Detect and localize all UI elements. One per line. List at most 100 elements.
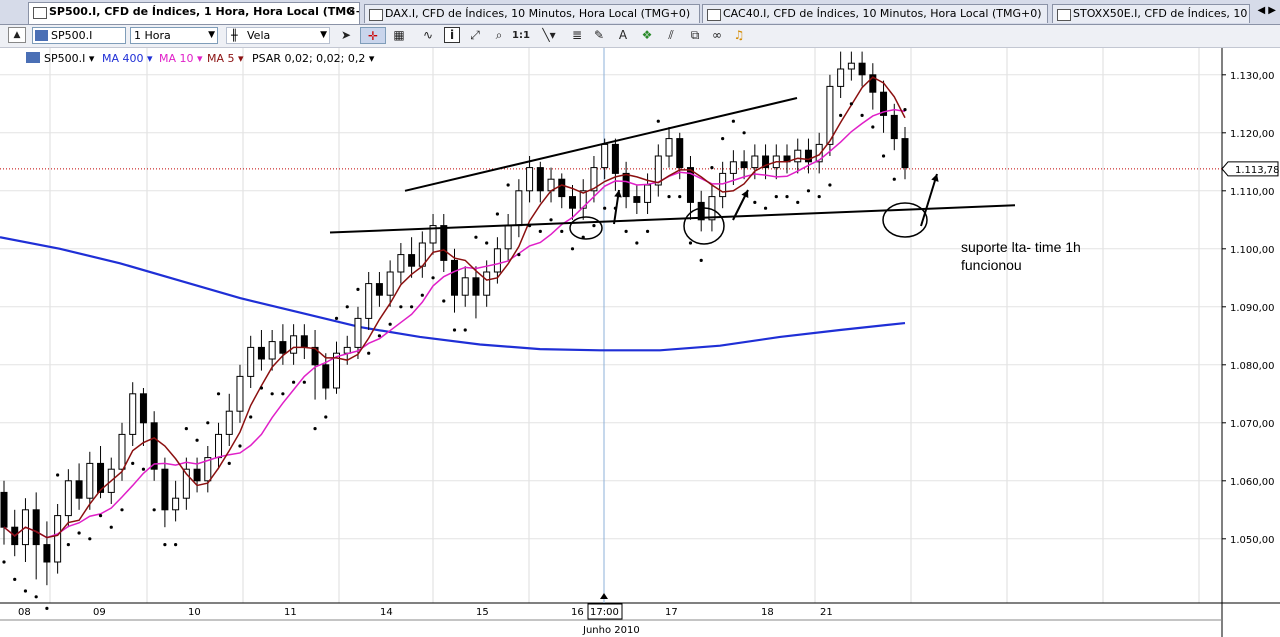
x-tick-label-8: 17: [665, 607, 678, 618]
channel-icon[interactable]: ⫽: [662, 27, 680, 44]
psar-dot-17: [184, 427, 188, 431]
zoom-area-icon[interactable]: ⤢: [466, 27, 484, 44]
y-tick-label-3: 1.100,00: [1230, 245, 1275, 256]
tab-label: STOXX50E.I, CFD de Índices, 10 Min: [1073, 7, 1249, 20]
candle-body-5: [54, 515, 62, 563]
candle-body-62: [665, 138, 673, 157]
candle-body-83: [890, 114, 898, 140]
candle-body-37: [397, 254, 405, 273]
psar-dot-26: [281, 392, 285, 396]
psar-dot-58: [624, 229, 628, 233]
psar-dot-13: [141, 467, 146, 471]
trendline-upper-channel: [404, 97, 798, 192]
psar-dot-31: [334, 316, 339, 320]
tab-sp500[interactable]: SP500.I, CFD de Índices, 1 Hora, Hora Lo…: [28, 2, 360, 24]
candle-body-63: [676, 138, 684, 169]
timeframe-select[interactable]: 1 Hora ▼: [130, 27, 218, 44]
chart-type-value: Vela: [247, 29, 271, 42]
legend-psar[interactable]: PSAR 0,02; 0,02; 0,2 ▾: [252, 52, 374, 65]
candle-body-42: [451, 259, 458, 296]
psar-dot-60: [645, 229, 650, 233]
alert-bell-icon[interactable]: ♫: [730, 27, 748, 44]
legend-ma400[interactable]: MA 400 ▾: [102, 52, 153, 65]
candle-body-77: [826, 85, 834, 145]
candle-body-59: [633, 196, 641, 203]
y-tick-label-6: 1.070,00: [1230, 419, 1275, 430]
y-tick-label-2: 1.110,00: [1230, 187, 1275, 198]
close-tab-icon[interactable]: ✕: [347, 5, 356, 18]
chart-type-select[interactable]: ╫ Vela ▼: [226, 27, 330, 44]
psar-dot-73: [785, 195, 789, 199]
zoom-1-1-button[interactable]: 1:1: [512, 27, 530, 44]
layers-icon[interactable]: ⧉: [686, 27, 704, 44]
trendline-tool-icon[interactable]: ╲▾: [536, 27, 562, 44]
text-tool-icon[interactable]: A: [614, 27, 632, 44]
psar-dot-29: [313, 427, 317, 431]
psar-dot-56: [603, 206, 607, 210]
document-tab-bar: SP500.I, CFD de Índices, 1 Hora, Hora Lo…: [0, 0, 1280, 25]
candle-body-11: [118, 433, 126, 470]
draw-tool-icon[interactable]: ✎: [590, 27, 608, 44]
candle-body-49: [526, 167, 534, 192]
legend-ma400-text: MA 400: [102, 52, 144, 65]
indicator-wave-icon[interactable]: ∿: [416, 27, 440, 44]
zoom-icon[interactable]: ⌕: [490, 27, 508, 44]
psar-dot-50: [538, 229, 542, 233]
psar-dot-27: [292, 380, 296, 384]
psar-dot-4: [45, 606, 49, 611]
tab-scroll-arrows[interactable]: ◀ ▶: [1257, 5, 1276, 16]
chart-toolbar: ▲ SP500.I 1 Hora ▼ ╫ Vela ▼ ➤ ✛ ▦ ∿ i ⤢ ⌕ …: [0, 25, 1280, 48]
psar-dot-7: [77, 531, 81, 535]
timeframe-value: 1 Hora: [134, 29, 171, 42]
candle-body-27: [290, 335, 298, 354]
psar-dot-19: [206, 421, 210, 425]
psar-dot-0: [2, 560, 6, 564]
crosshair-icon[interactable]: ✛: [360, 27, 386, 44]
objects-icon[interactable]: ❖: [638, 27, 656, 44]
psar-dot-77: [828, 183, 832, 187]
psar-dot-37: [399, 305, 403, 309]
psar-dot-71: [763, 206, 768, 210]
legend-symbol[interactable]: SP500.I ▾: [44, 52, 94, 65]
legend-ma5[interactable]: MA 5 ▾: [207, 52, 244, 65]
x-tick-label-5: 15: [476, 607, 489, 618]
candle-body-84: [901, 138, 909, 169]
tab-cac40[interactable]: CAC40.I, CFD de Índices, 10 Minutos, Hor…: [702, 4, 1048, 23]
candle-body-52: [558, 178, 566, 198]
candle-body-20: [215, 433, 223, 459]
legend-ma10[interactable]: MA 10 ▾: [159, 52, 203, 65]
price-chart[interactable]: 1.130,00 1.120,00 1.110,00 1.100,00 1.090,00…: [0, 48, 1280, 637]
touch-ellipse-2: [882, 202, 928, 238]
psar-dot-23: [249, 415, 253, 419]
fibonacci-icon[interactable]: ≣: [568, 27, 586, 44]
tab-dax[interactable]: DAX.I, CFD de Índices, 10 Minutos, Hora …: [364, 4, 700, 23]
psar-dot-79: [849, 102, 853, 106]
psar-dot-39: [420, 293, 424, 297]
psar-dot-42: [452, 328, 457, 332]
psar-dot-76: [817, 195, 821, 199]
candle-body-25: [268, 341, 276, 360]
candle-body-6: [64, 480, 72, 517]
psar-dot-22: [238, 444, 242, 448]
tab-label: CAC40.I, CFD de Índices, 10 Minutos, Hor…: [723, 7, 1042, 20]
psar-dot-74: [796, 200, 800, 204]
symbol-selector[interactable]: SP500.I: [32, 27, 126, 44]
link-icon[interactable]: ∞: [708, 27, 726, 44]
cursor-arrow-icon[interactable]: ➤: [337, 27, 355, 44]
psar-dot-8: [88, 537, 92, 541]
psar-dot-62: [667, 195, 671, 199]
indicator-legend: SP500.I ▾ MA 400 ▾ MA 10 ▾ MA 5 ▾ PSAR 0…: [0, 49, 1222, 67]
psar-dot-53: [570, 247, 575, 251]
psar-dot-67: [721, 137, 725, 141]
symbol-value: SP500.I: [51, 29, 93, 42]
psar-dot-34: [367, 351, 371, 355]
info-icon[interactable]: i: [444, 27, 460, 43]
grid-icon[interactable]: ▦: [390, 27, 408, 44]
psar-dot-83: [892, 177, 896, 181]
x-tick-label-6: 16: [571, 607, 584, 618]
psar-dot-63: [678, 195, 682, 199]
cfd-icon: [35, 30, 48, 41]
collapse-up-icon[interactable]: ▲: [8, 27, 26, 43]
tab-stoxx50e[interactable]: STOXX50E.I, CFD de Índices, 10 Min: [1052, 4, 1250, 23]
candle-body-23: [247, 346, 255, 377]
